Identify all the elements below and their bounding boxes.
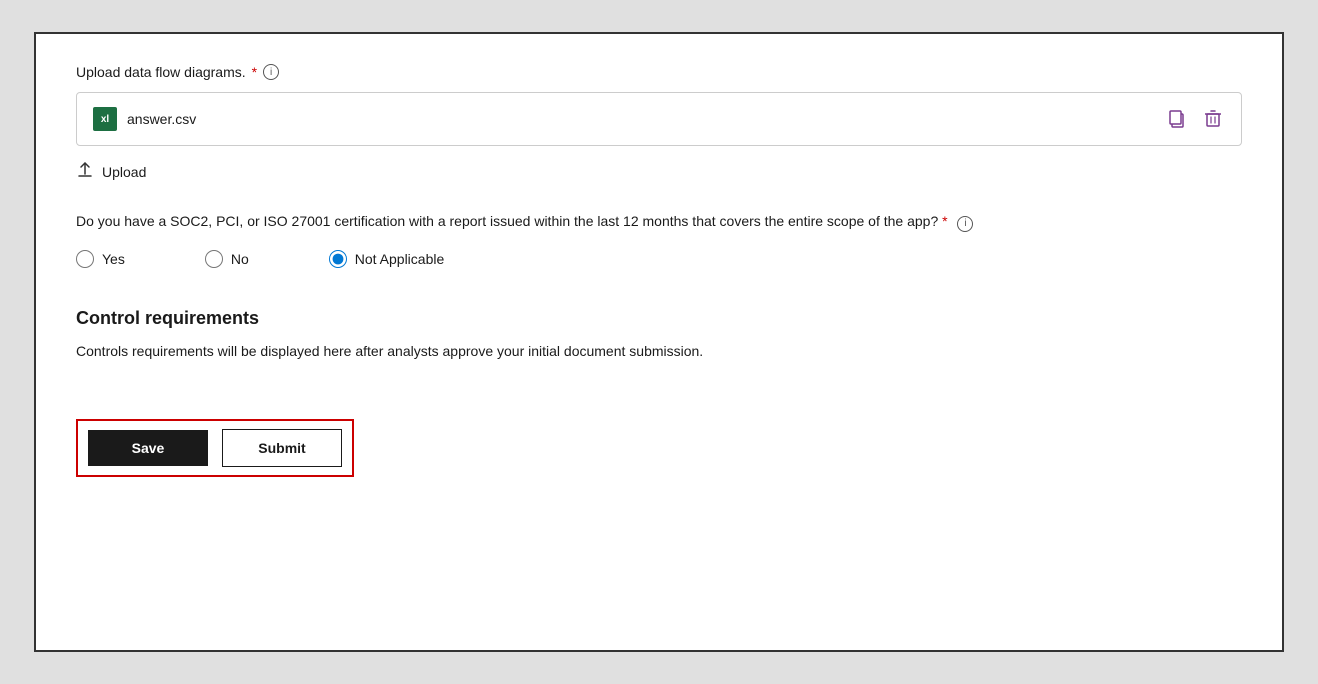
required-star: * — [252, 64, 257, 80]
certification-required-star: * — [938, 213, 947, 229]
save-button[interactable]: Save — [88, 430, 208, 466]
radio-option-not-applicable[interactable]: Not Applicable — [329, 250, 445, 268]
upload-info-icon[interactable]: i — [263, 64, 279, 80]
radio-no[interactable] — [205, 250, 223, 268]
radio-not-applicable-label: Not Applicable — [355, 251, 445, 267]
certification-radio-group: Yes No Not Applicable — [76, 250, 1242, 268]
certification-question: Do you have a SOC2, PCI, or ISO 27001 ce… — [76, 211, 1242, 232]
radio-yes[interactable] — [76, 250, 94, 268]
upload-label: Upload — [102, 164, 146, 180]
upload-label-text: Upload data flow diagrams. — [76, 64, 246, 80]
radio-yes-label: Yes — [102, 251, 125, 267]
certification-info-icon[interactable]: i — [957, 216, 973, 232]
file-actions — [1165, 107, 1225, 131]
copy-icon — [1167, 109, 1187, 129]
upload-arrow-icon — [76, 160, 94, 183]
upload-section-label: Upload data flow diagrams. * i — [76, 64, 1242, 80]
radio-no-label: No — [231, 251, 249, 267]
file-name-area: xl answer.csv — [93, 107, 196, 131]
radio-option-no[interactable]: No — [205, 250, 249, 268]
file-name: answer.csv — [127, 111, 196, 127]
copy-file-button[interactable] — [1165, 107, 1189, 131]
radio-not-applicable[interactable] — [329, 250, 347, 268]
upload-button-row[interactable]: Upload — [76, 160, 1242, 183]
delete-file-button[interactable] — [1201, 107, 1225, 131]
submit-button[interactable]: Submit — [222, 429, 342, 467]
certification-question-text: Do you have a SOC2, PCI, or ISO 27001 ce… — [76, 213, 938, 229]
button-container: Save Submit — [76, 419, 354, 477]
control-requirements-section: Control requirements Controls requiremen… — [76, 308, 1242, 359]
control-requirements-heading: Control requirements — [76, 308, 1242, 329]
control-requirements-description: Controls requirements will be displayed … — [76, 343, 1242, 359]
file-upload-box: xl answer.csv — [76, 92, 1242, 146]
upload-icon — [76, 160, 94, 178]
delete-icon — [1203, 109, 1223, 129]
radio-option-yes[interactable]: Yes — [76, 250, 125, 268]
excel-icon: xl — [93, 107, 117, 131]
main-container: Upload data flow diagrams. * i xl answer.… — [34, 32, 1284, 652]
